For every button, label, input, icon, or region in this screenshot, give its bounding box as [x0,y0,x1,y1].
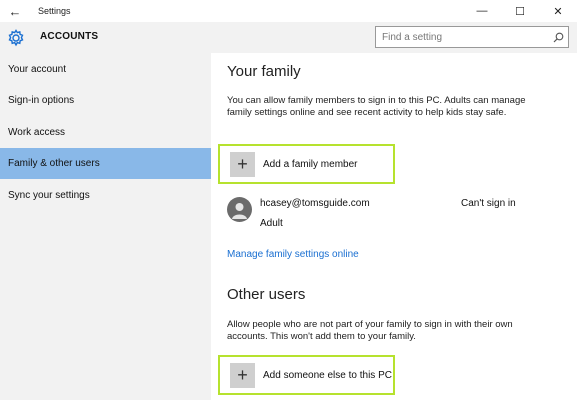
family-heading: Your family [227,63,301,80]
plus-icon: + [230,151,255,177]
add-someone-else-button[interactable]: + Add someone else to this PC [218,355,395,395]
settings-header: ACCOUNTS Find a setting [0,22,577,53]
family-description: You can allow family members to sign in … [227,95,526,118]
sidebar: Your account Sign-in options Work access… [0,53,211,400]
add-family-member-label: Add a family member [263,158,358,170]
plus-icon: + [230,362,255,388]
gear-icon [6,28,26,48]
member-email: hcasey@tomsguide.com [260,198,370,209]
sidebar-item-family-other-users[interactable]: Family & other users [0,148,211,179]
page-title: ACCOUNTS [40,31,99,42]
title-bar: ← Settings — ☐ ✕ [0,0,577,22]
member-role: Adult [260,218,283,229]
close-button[interactable]: ✕ [539,0,577,22]
maximize-button[interactable]: ☐ [501,0,539,22]
window-controls: — ☐ ✕ [463,0,577,22]
sidebar-item-sign-in-options[interactable]: Sign-in options [0,85,211,116]
manage-family-link[interactable]: Manage family settings online [227,249,359,260]
minimize-button[interactable]: — [463,0,501,22]
sidebar-item-your-account[interactable]: Your account [0,54,211,85]
sidebar-item-sync-settings[interactable]: Sync your settings [0,180,211,211]
search-input[interactable]: Find a setting [375,26,569,48]
main-content: Your family You can allow family members… [211,53,577,400]
family-member-row[interactable]: hcasey@tomsguide.com Adult Can't sign in [227,196,567,236]
search-icon[interactable] [548,32,568,43]
other-users-heading: Other users [227,286,306,303]
add-someone-else-label: Add someone else to this PC [263,369,392,381]
window-title: Settings [38,6,71,16]
other-users-description: Allow people who are not part of your fa… [227,319,513,342]
member-status: Can't sign in [461,198,516,209]
search-placeholder: Find a setting [382,31,443,43]
sidebar-item-work-access[interactable]: Work access [0,117,211,148]
avatar [227,197,252,222]
back-button[interactable]: ← [0,0,30,22]
add-family-member-button[interactable]: + Add a family member [218,144,395,184]
